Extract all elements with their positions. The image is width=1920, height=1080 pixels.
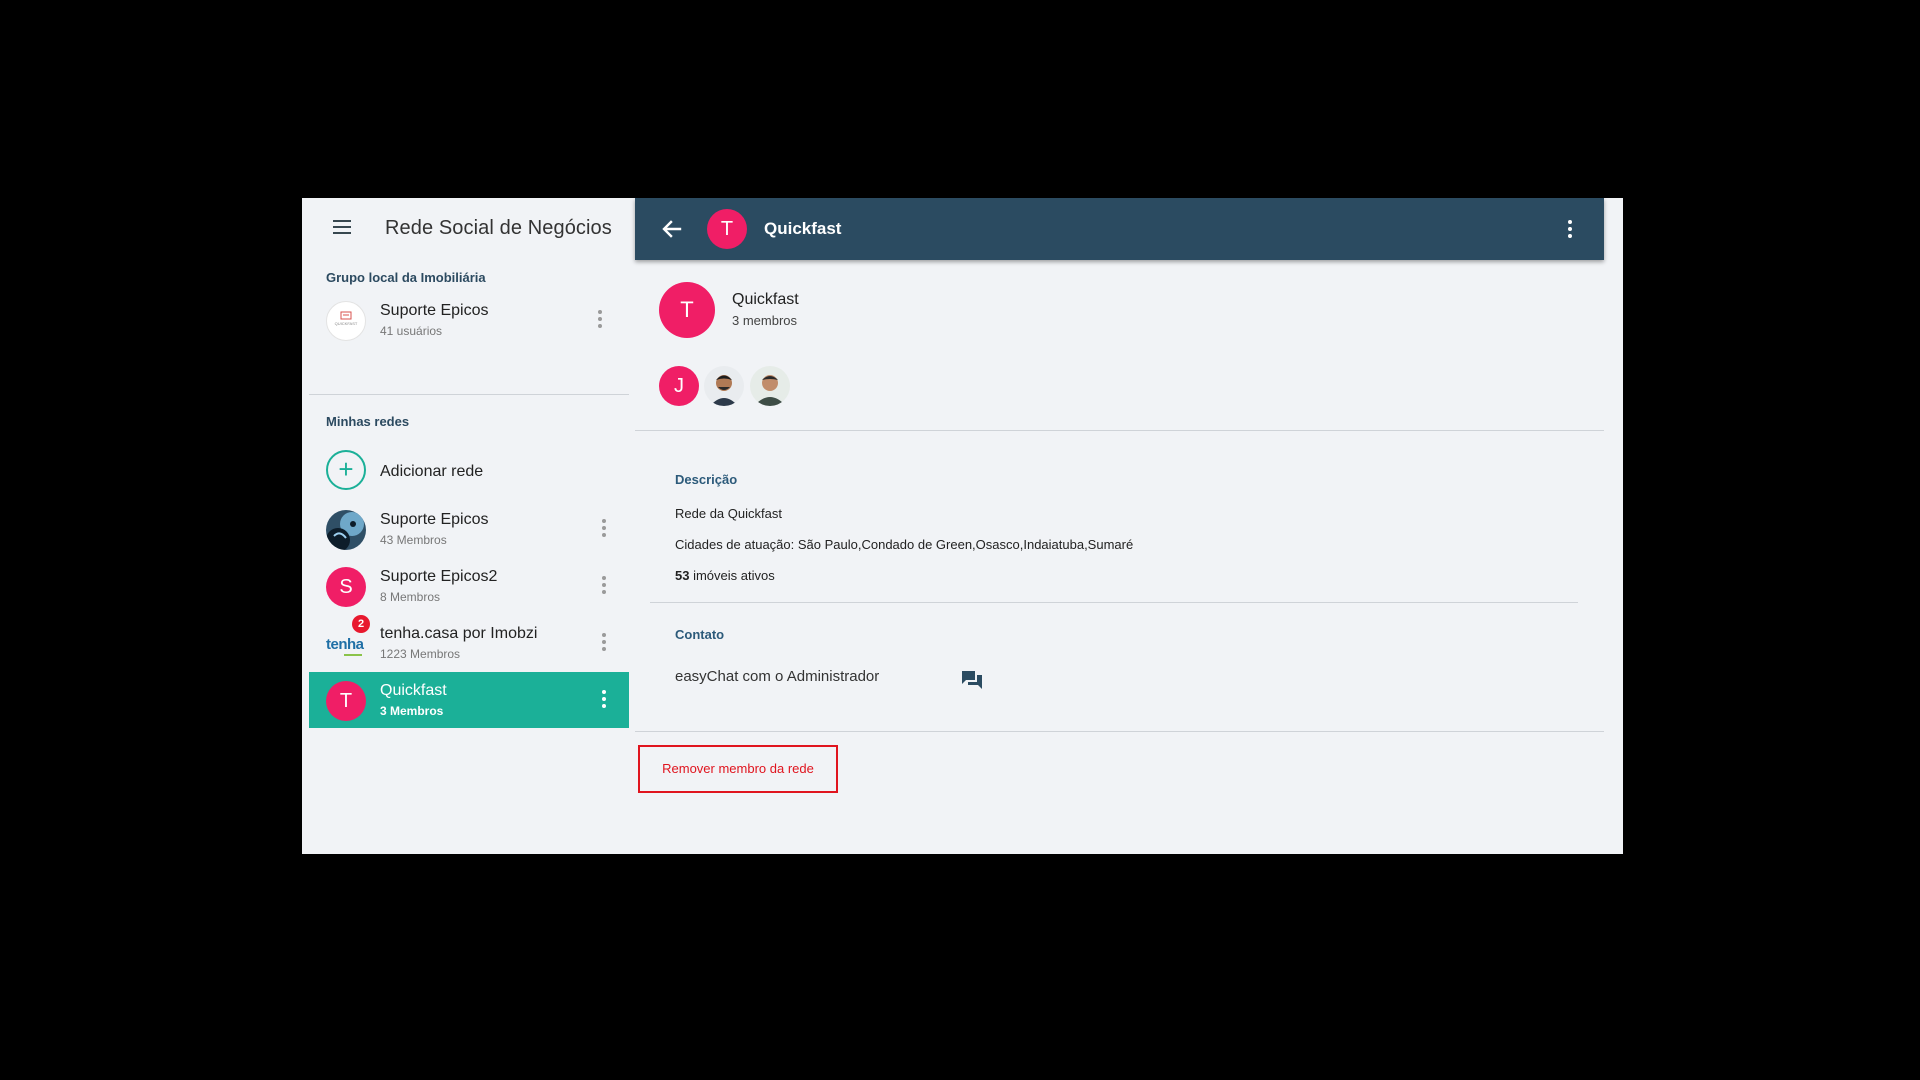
contact-label: Contato: [675, 627, 725, 642]
sidebar-item-name: Suporte Epicos: [380, 511, 489, 528]
sidebar-item-sub: 3 Membros: [380, 704, 444, 718]
section-divider: [635, 430, 1604, 431]
sidebar-item-sub: 8 Membros: [380, 590, 441, 604]
sidebar-item-name: Quickfast: [380, 682, 447, 699]
section-divider: [635, 731, 1604, 732]
svg-text:QUICKFAST: QUICKFAST: [335, 321, 358, 326]
sidebar-item-tenha-casa[interactable]: tenha 2 tenha.casa por Imobzi 1223 Membr…: [309, 615, 629, 671]
network-name: Quickfast: [732, 291, 799, 308]
active-properties-count: 53: [675, 568, 690, 583]
header-more-icon[interactable]: [1568, 220, 1572, 238]
more-options-icon[interactable]: [598, 310, 602, 328]
sidebar-item-sub: 43 Membros: [380, 533, 447, 547]
network-member-count: 3 membros: [732, 313, 798, 328]
active-properties: 53 imóveis ativos: [675, 568, 775, 583]
cities-text: Cidades de atuação: São Paulo,Condado de…: [675, 537, 1134, 552]
more-options-icon[interactable]: [602, 690, 606, 708]
header-title: Quickfast: [764, 219, 842, 238]
sidebar-item-name: Suporte Epicos: [380, 302, 489, 319]
sidebar: Rede Social de Negócios Grupo local da I…: [302, 198, 629, 854]
active-properties-label: imóveis ativos: [689, 568, 775, 583]
section-title-local-group: Grupo local da Imobiliária: [326, 270, 486, 285]
network-avatar: T: [326, 681, 366, 721]
notification-badge: 2: [352, 615, 370, 633]
sidebar-header: Rede Social de Negócios: [302, 198, 629, 260]
add-icon: +: [326, 450, 366, 490]
header-avatar: T: [707, 209, 747, 249]
section-divider: [650, 602, 1578, 603]
member-avatar-photo[interactable]: [750, 366, 790, 406]
sidebar-divider: [309, 394, 629, 395]
top-app-bar: T Quickfast: [635, 198, 1604, 260]
remove-member-button[interactable]: Remover membro da rede: [638, 745, 838, 793]
easychat-admin-link[interactable]: easyChat com o Administrador: [675, 668, 879, 685]
sidebar-title: Rede Social de Negócios: [385, 217, 612, 239]
network-avatar-image: [326, 510, 366, 550]
section-title-my-networks: Minhas redes: [326, 414, 410, 429]
description-label: Descrição: [675, 472, 738, 487]
sidebar-item-name: Suporte Epicos2: [380, 568, 498, 585]
more-options-icon[interactable]: [602, 576, 606, 594]
quickfast-logo: QUICKFAST: [326, 301, 366, 341]
add-network-label: Adicionar rede: [380, 463, 484, 480]
sidebar-item-suporte-epicos2[interactable]: S Suporte Epicos2 8 Membros: [309, 558, 629, 614]
sidebar-item-local-suporte-epicos[interactable]: QUICKFAST Suporte Epicos 41 usuários: [309, 292, 629, 348]
network-avatar-large: T: [659, 282, 715, 338]
sidebar-item-sub: 1223 Membros: [380, 647, 461, 661]
more-options-icon[interactable]: [602, 519, 606, 537]
member-avatar[interactable]: J: [659, 366, 699, 406]
app-window: Rede Social de Negócios Grupo local da I…: [302, 198, 1623, 854]
member-avatar-photo[interactable]: [704, 366, 744, 406]
more-options-icon[interactable]: [602, 633, 606, 651]
sidebar-item-name: tenha.casa por Imobzi: [380, 625, 538, 642]
network-detail-panel: T Quickfast T Quickfast 3 membros J Desc…: [635, 198, 1604, 854]
menu-icon[interactable]: [333, 220, 351, 234]
network-avatar: S: [326, 567, 366, 607]
description-text: Rede da Quickfast: [675, 506, 782, 521]
sidebar-item-sub: 41 usuários: [380, 324, 443, 338]
sidebar-item-suporte-epicos[interactable]: Suporte Epicos 43 Membros: [309, 501, 629, 557]
sidebar-item-quickfast[interactable]: T Quickfast 3 Membros: [309, 672, 629, 728]
chat-icon[interactable]: [961, 670, 983, 690]
add-network-button[interactable]: + Adicionar rede: [309, 442, 629, 498]
back-arrow-icon[interactable]: [661, 218, 683, 240]
